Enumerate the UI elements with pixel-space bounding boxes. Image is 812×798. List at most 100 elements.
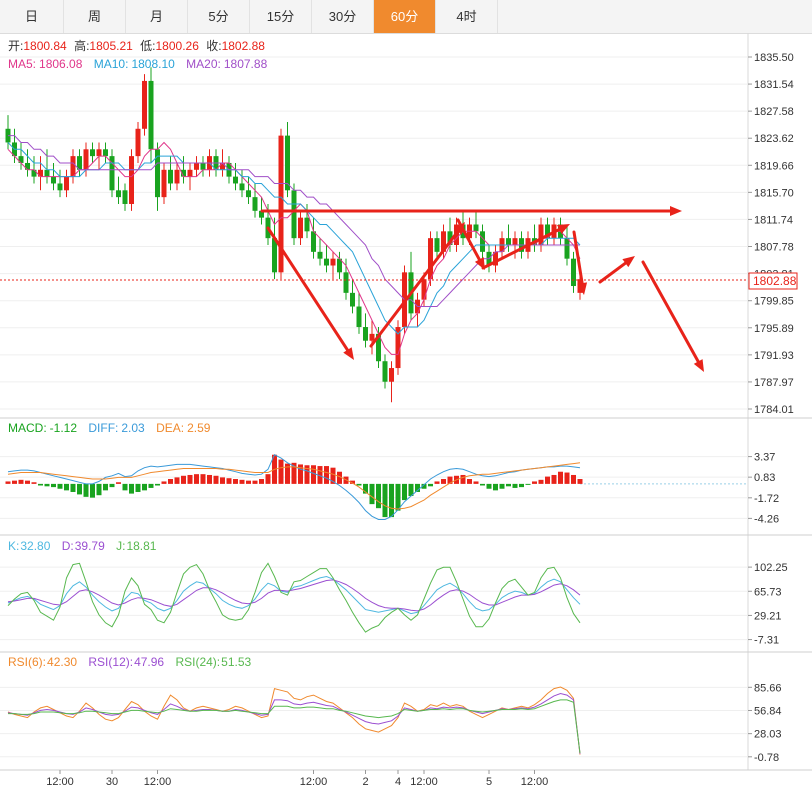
macd-bar xyxy=(324,466,329,484)
price-tick-label: 1831.54 xyxy=(754,79,794,91)
price-tick-label: 1827.58 xyxy=(754,106,794,118)
candle-body xyxy=(168,169,173,184)
tab-2[interactable]: 月 xyxy=(126,0,188,33)
macd-bar xyxy=(551,474,557,484)
candle-body xyxy=(194,162,199,170)
macd-bar xyxy=(25,480,30,484)
candle-body xyxy=(233,176,238,184)
macd-tick-label: -1.72 xyxy=(754,493,779,505)
candle-body xyxy=(317,251,323,259)
macd-bar xyxy=(148,483,154,488)
macd-bar xyxy=(486,483,492,489)
macd-bar xyxy=(259,479,264,484)
tab-4[interactable]: 15分 xyxy=(250,0,312,33)
macd-bar xyxy=(564,472,570,484)
macd-bar xyxy=(155,483,160,486)
macd-legend: MACD: -1.12 DIFF: 2.03 DEA: 2.59 xyxy=(8,421,211,435)
candle-body xyxy=(38,169,43,177)
macd-bar xyxy=(532,481,537,484)
projection-arrow-shaft xyxy=(641,260,700,364)
candle-body xyxy=(122,190,128,204)
tab-0[interactable]: 日 xyxy=(0,0,64,33)
macd-bar xyxy=(428,483,433,487)
macd-bar xyxy=(103,483,108,491)
ma-legend: MA5: 1806.08 MA10: 1808.10 MA20: 1807.88 xyxy=(8,57,268,71)
candle-body xyxy=(200,162,206,170)
price-tick-label: 1799.85 xyxy=(754,296,794,308)
macd-bar xyxy=(493,483,498,491)
rsi-tick-label: -0.78 xyxy=(754,752,779,764)
candle-body xyxy=(239,183,245,191)
candle-body xyxy=(298,217,303,239)
macd-bar xyxy=(506,483,511,487)
candle-body xyxy=(473,224,479,232)
macd-bar xyxy=(200,474,206,484)
macd-bar xyxy=(168,479,173,484)
candle-body xyxy=(311,231,316,252)
macd-bar xyxy=(538,479,544,484)
price-tick-label: 1795.89 xyxy=(754,323,794,335)
x-tick-label: 12:00 xyxy=(410,776,438,788)
candle-body xyxy=(57,183,63,191)
candle-body xyxy=(571,258,576,287)
kdj-tick-label: -7.31 xyxy=(754,635,779,647)
candle-body xyxy=(70,156,76,177)
tab-6[interactable]: 60分 xyxy=(374,0,436,33)
macd-bar xyxy=(174,477,180,484)
macd-bar xyxy=(467,479,472,484)
candle-body xyxy=(434,238,440,252)
kdj-legend: K:32.80 D:39.79 J:18.81 xyxy=(8,539,157,553)
x-axis-labels: 12:00 30 12:00 12:00 2 4 12:00 5 12:00 xyxy=(46,770,548,788)
macd-bar xyxy=(571,474,576,484)
candle-body xyxy=(103,149,108,157)
macd-bar xyxy=(109,483,115,488)
candle-body xyxy=(421,279,427,300)
macd-bar xyxy=(246,480,251,484)
x-tick-label: 4 xyxy=(395,776,401,788)
x-tick-label: 12:00 xyxy=(521,776,549,788)
macd-bar xyxy=(545,476,550,484)
price-tick-label: 1784.01 xyxy=(754,404,794,416)
kdj-tick-label: 102.25 xyxy=(754,562,788,574)
tab-3[interactable]: 5分 xyxy=(188,0,250,33)
tab-7[interactable]: 4时 xyxy=(436,0,498,33)
macd-bar xyxy=(77,483,82,495)
x-tick-label: 12:00 xyxy=(300,776,328,788)
rsi12-line xyxy=(7,692,581,754)
macd-bar xyxy=(525,483,531,485)
candle-body xyxy=(83,149,89,170)
macd-bar xyxy=(473,481,479,484)
candle-body xyxy=(480,231,485,252)
candle-body xyxy=(142,80,147,129)
macd-bar xyxy=(70,483,76,492)
macd-bar xyxy=(512,483,518,488)
macd-bar xyxy=(181,475,186,484)
chart-area[interactable]: 1835.50 1831.54 1827.58 1823.62 1819.66 1815.… xyxy=(0,33,812,798)
candle-body xyxy=(330,258,336,266)
candle-body xyxy=(116,190,121,198)
macd-bar xyxy=(226,478,232,484)
candle-body xyxy=(148,80,154,150)
macd-bar xyxy=(142,483,147,491)
macd-bar xyxy=(161,481,167,484)
candle-body xyxy=(363,327,368,341)
macd-bar xyxy=(31,482,37,484)
macd-bar xyxy=(369,483,375,505)
candle-body xyxy=(343,272,349,293)
last-price-value: 1802.88 xyxy=(753,274,797,288)
candle-body xyxy=(324,258,329,266)
macd-bar xyxy=(382,483,388,518)
macd-bar xyxy=(460,474,466,484)
candle-body xyxy=(51,176,56,184)
macd-plot xyxy=(5,454,748,520)
macd-bar xyxy=(64,483,69,491)
rsi-plot xyxy=(7,686,581,755)
candle-body xyxy=(369,333,375,341)
tab-1[interactable]: 周 xyxy=(64,0,126,33)
price-tick-label: 1787.97 xyxy=(754,377,794,389)
tab-5[interactable]: 30分 xyxy=(312,0,374,33)
candle-body xyxy=(304,217,310,232)
macd-bar xyxy=(577,479,583,484)
macd-bar xyxy=(239,479,245,484)
macd-bar xyxy=(278,459,284,484)
